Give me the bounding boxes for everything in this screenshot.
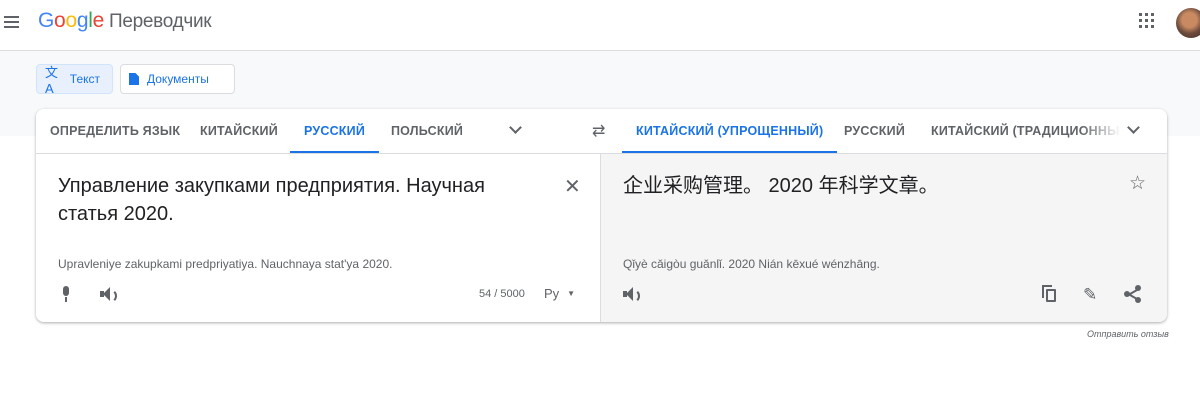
tab-fade xyxy=(1081,109,1121,152)
source-speaker-icon[interactable] xyxy=(100,286,118,303)
copy-translation-icon[interactable] xyxy=(1041,284,1059,304)
clear-text-close-icon[interactable]: ✕ xyxy=(564,174,581,199)
translate-icon: 文A xyxy=(45,65,59,96)
top-app-bar: Google Переводчик xyxy=(0,0,1200,51)
share-translation-icon[interactable] xyxy=(1124,285,1142,303)
caret-down-icon: ▼ xyxy=(567,289,576,298)
save-translation-star-icon[interactable]: ☆ xyxy=(1129,172,1146,195)
keyboard-layout-label: Ру xyxy=(544,286,560,301)
tab-target-russian[interactable]: РУССКИЙ xyxy=(844,109,905,153)
target-transliteration: Qǐyè cǎigòu guǎnlǐ. 2020 Nián kēxué wénz… xyxy=(623,257,880,271)
target-speaker-icon[interactable] xyxy=(623,286,641,303)
source-transliteration: Upravleniye zakupkami predpriyatiya. Nau… xyxy=(58,257,393,271)
send-feedback-link[interactable]: Отправить отзыв xyxy=(1087,329,1169,339)
target-more-languages-chevron-down-icon[interactable] xyxy=(1126,123,1140,137)
target-panel: 企业采购管理。 2020 年科学文章。 ☆ Qǐyè cǎigòu guǎnlǐ… xyxy=(601,154,1167,322)
tab-detect-language[interactable]: ОПРЕДЕЛИТЬ ЯЗЫК xyxy=(50,109,180,153)
source-text-input[interactable]: Управление закупками предприятия. Научна… xyxy=(58,172,538,228)
tab-target-chinese-simplified[interactable]: КИТАЙСКИЙ (УПРОЩЕННЫЙ) xyxy=(621,109,838,153)
tab-source-polish[interactable]: ПОЛЬСКИЙ xyxy=(391,109,463,153)
mic-icon[interactable] xyxy=(58,284,74,304)
language-bar: ОПРЕДЕЛИТЬ ЯЗЫК КИТАЙСКИЙ РУССКИЙ ПОЛЬСК… xyxy=(36,109,1167,154)
documents-mode-button[interactable]: Документы xyxy=(120,64,235,94)
product-name: Переводчик xyxy=(108,11,212,32)
tab-source-russian[interactable]: РУССКИЙ xyxy=(289,109,380,153)
documents-mode-label: Документы xyxy=(147,72,209,86)
text-mode-label: Текст xyxy=(69,72,100,86)
character-counter: 54 / 5000 xyxy=(479,288,525,300)
google-translate-logo[interactable]: Google Переводчик xyxy=(38,9,212,33)
tab-source-chinese[interactable]: КИТАЙСКИЙ xyxy=(200,109,278,153)
swap-languages-icon[interactable]: ⇄ xyxy=(592,121,605,141)
source-more-languages-chevron-down-icon[interactable] xyxy=(508,123,522,137)
translation-card: ОПРЕДЕЛИТЬ ЯЗЫК КИТАЙСКИЙ РУССКИЙ ПОЛЬСК… xyxy=(36,109,1167,322)
source-panel: Управление закупками предприятия. Научна… xyxy=(36,154,601,322)
translation-output: 企业采购管理。 2020 年科学文章。 xyxy=(623,175,939,197)
hamburger-menu-icon[interactable] xyxy=(4,13,22,31)
text-mode-button[interactable]: 文A Текст xyxy=(36,64,113,96)
avatar[interactable] xyxy=(1176,8,1200,38)
edit-translation-pencil-icon[interactable]: ✎ xyxy=(1083,285,1097,305)
apps-grid-icon[interactable] xyxy=(1139,13,1155,29)
document-icon xyxy=(129,73,139,85)
input-tools-keyboard-button[interactable]: Ру ▼ xyxy=(544,286,575,301)
